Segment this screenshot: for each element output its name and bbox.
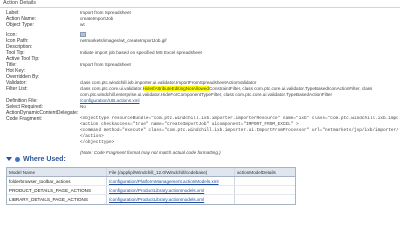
where-used-title: Where Used: [23,156,66,163]
column-header-action-model-details[interactable]: actionModelDetails [235,168,295,176]
table-row: folderbrowser_toolbar_actions /configura… [7,177,295,186]
code-line-5: </objecttype> [80,140,115,145]
table-header-row: Model Name File (/applipl/Windchill_12.0… [7,168,295,177]
window-title: Action Details [0,0,400,8]
model-name-cell: LIBRARY_DETAILS_PAGE_ACTIONS [7,195,107,204]
file-cell: /configuration/PlatformManagement.action… [107,177,235,185]
title-value: Import from Spreadsheet [80,62,131,67]
file-cell: /configuration/ProductLibrary.actionmode… [107,195,235,204]
code-fragment-value: <objecttype resourceBundle="com.ptc.wind… [80,116,398,146]
file-link[interactable]: /configuration/ProductLibrary.actionmode… [109,197,204,202]
collapse-triangle-icon[interactable] [6,157,12,162]
table-row: PRODUCT_DETAILS_PAGE_ACTIONS /configurat… [7,186,295,195]
code-line-3: <command method="execute" class="com.ptc… [80,128,398,133]
file-link[interactable]: /configuration/PlatformManagement.action… [109,179,219,184]
column-header-file[interactable]: File (/applipl/Windchill_12.0/Windchill/… [107,168,235,176]
import-job-icon [80,32,86,38]
filter-list-highlight: HideIfAttributeEditingNotAllowed [142,86,209,91]
details-cell [235,177,295,185]
filter-list-line-1-post: ConstraintFilter, class com.ptc.core.ui.… [208,86,373,91]
model-name-cell: PRODUCT_DETAILS_PAGE_ACTIONS [7,186,107,194]
filter-list-line-1-pre: class com.ptc.core.ui.validator. [80,86,143,91]
tooltip-value: Initiate import job based on specified M… [80,50,202,55]
filter-list-value: class com.ptc.core.ui.validator.HideIfAt… [80,86,398,98]
column-header-model-name[interactable]: Model Name [7,168,107,176]
definition-file-link[interactable]: /configuration/UB.actions.xml [80,98,140,103]
details-cell [235,195,295,204]
model-name-cell: folderbrowser_toolbar_actions [7,177,107,185]
filter-list-label: Filter List: [6,86,28,92]
select-required-value: No [80,104,86,109]
icon-path-value: netmarkets/images/wt_createImportJob.gif [80,38,167,43]
object-type-value: wt [80,22,85,27]
where-used-table: Model Name File (/applipl/Windchill_12.0… [6,167,296,205]
code-fragment-label: Code Fragment: [6,116,43,122]
table-row: LIBRARY_DETAILS_PAGE_ACTIONS /configurat… [7,195,295,204]
section-bullet-icon [15,156,20,162]
file-link[interactable]: /configuration/ProductLibrary.actionmode… [109,188,204,193]
object-type-label: Object Type: [6,22,34,28]
details-cell [235,186,295,194]
where-used-header[interactable]: Where Used: [6,155,206,164]
action-details-page: Action Details Label: Import from Spread… [0,0,400,205]
file-cell: /configuration/ProductLibrary.actionmode… [107,186,235,194]
